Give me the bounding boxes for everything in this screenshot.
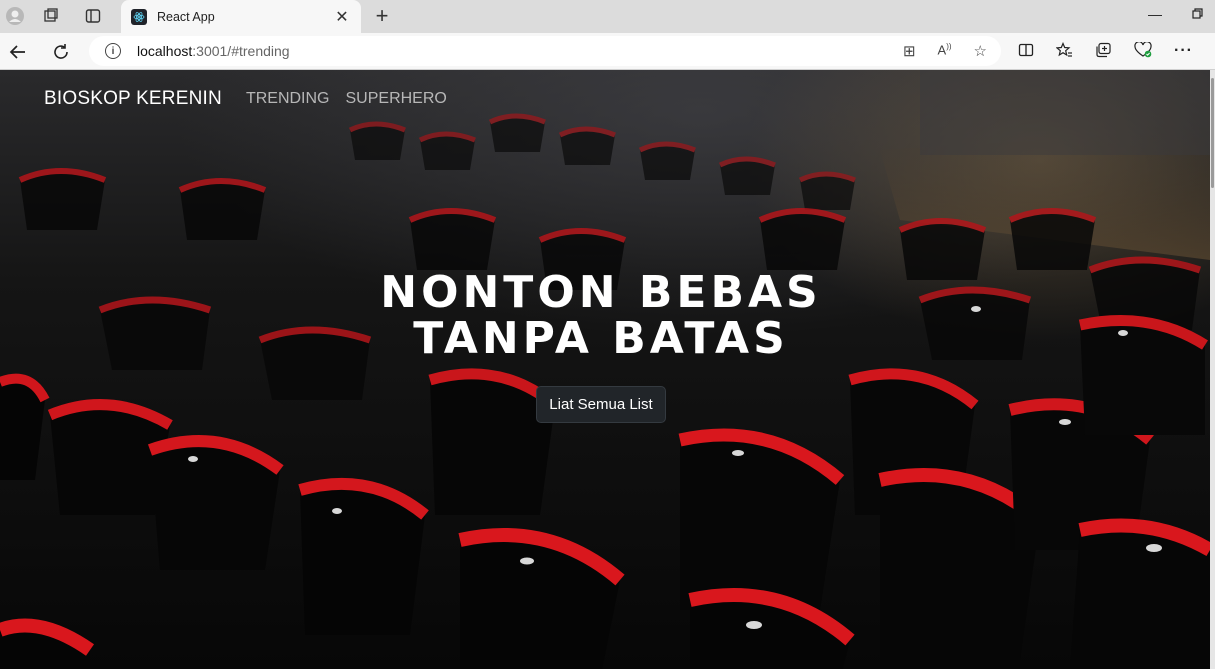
page-viewport: BIOSKOP KERENIN TRENDING SUPERHERO NONTO…	[0, 70, 1210, 669]
back-icon[interactable]	[6, 40, 30, 64]
refresh-icon[interactable]	[49, 40, 73, 64]
browser-toolbar: i localhost:3001/#trending ⊞ A)) ☆ ···	[0, 33, 1215, 70]
browser-tabbar: React App ✕ + —	[0, 0, 1215, 33]
hero-title-line-1: NONTON BEBAS	[380, 267, 822, 318]
close-tab-icon[interactable]: ✕	[333, 7, 351, 27]
more-menu-icon[interactable]: ···	[1174, 42, 1193, 63]
tab-title: React App	[157, 9, 215, 24]
collections-icon[interactable]	[1095, 42, 1112, 63]
restore-icon[interactable]	[1192, 6, 1203, 22]
browser-tab[interactable]: React App ✕	[121, 0, 361, 33]
info-icon[interactable]: i	[105, 43, 121, 59]
favorites-icon[interactable]	[1055, 41, 1073, 63]
url-host: localhost	[137, 43, 193, 59]
workspaces-icon[interactable]	[36, 2, 66, 30]
address-bar[interactable]: i localhost:3001/#trending ⊞ A)) ☆	[89, 36, 1001, 66]
brand-link[interactable]: BIOSKOP KERENIN	[44, 88, 222, 110]
minimize-icon[interactable]: —	[1148, 6, 1162, 22]
react-icon	[131, 8, 147, 25]
tab-actions-icon[interactable]	[78, 2, 108, 30]
profile-icon[interactable]	[0, 2, 30, 30]
nav-link-superhero[interactable]: SUPERHERO	[346, 90, 447, 108]
see-all-list-button[interactable]: Liat Semua List	[536, 386, 666, 423]
browser-essentials-icon[interactable]	[1134, 41, 1152, 63]
favorite-star-icon[interactable]: ☆	[974, 42, 987, 60]
split-screen-icon[interactable]	[1018, 42, 1034, 63]
page-scrollbar[interactable]	[1210, 70, 1215, 669]
nav-link-trending[interactable]: TRENDING	[246, 90, 330, 108]
scrollbar-thumb[interactable]	[1211, 78, 1214, 188]
read-aloud-icon[interactable]: A))	[938, 42, 952, 60]
new-tab-icon[interactable]: +	[370, 3, 394, 29]
site-navbar: BIOSKOP KERENIN TRENDING SUPERHERO	[0, 70, 1210, 128]
hero-section: NONTON BEBAS TANPA BATAS Liat Semua List	[0, 270, 1202, 423]
hero-title-line-2: TANPA BATAS	[413, 313, 789, 364]
url-path: :3001/#trending	[192, 43, 290, 59]
hero-title: NONTON BEBAS TANPA BATAS	[0, 270, 1202, 362]
app-available-icon[interactable]: ⊞	[903, 42, 916, 60]
